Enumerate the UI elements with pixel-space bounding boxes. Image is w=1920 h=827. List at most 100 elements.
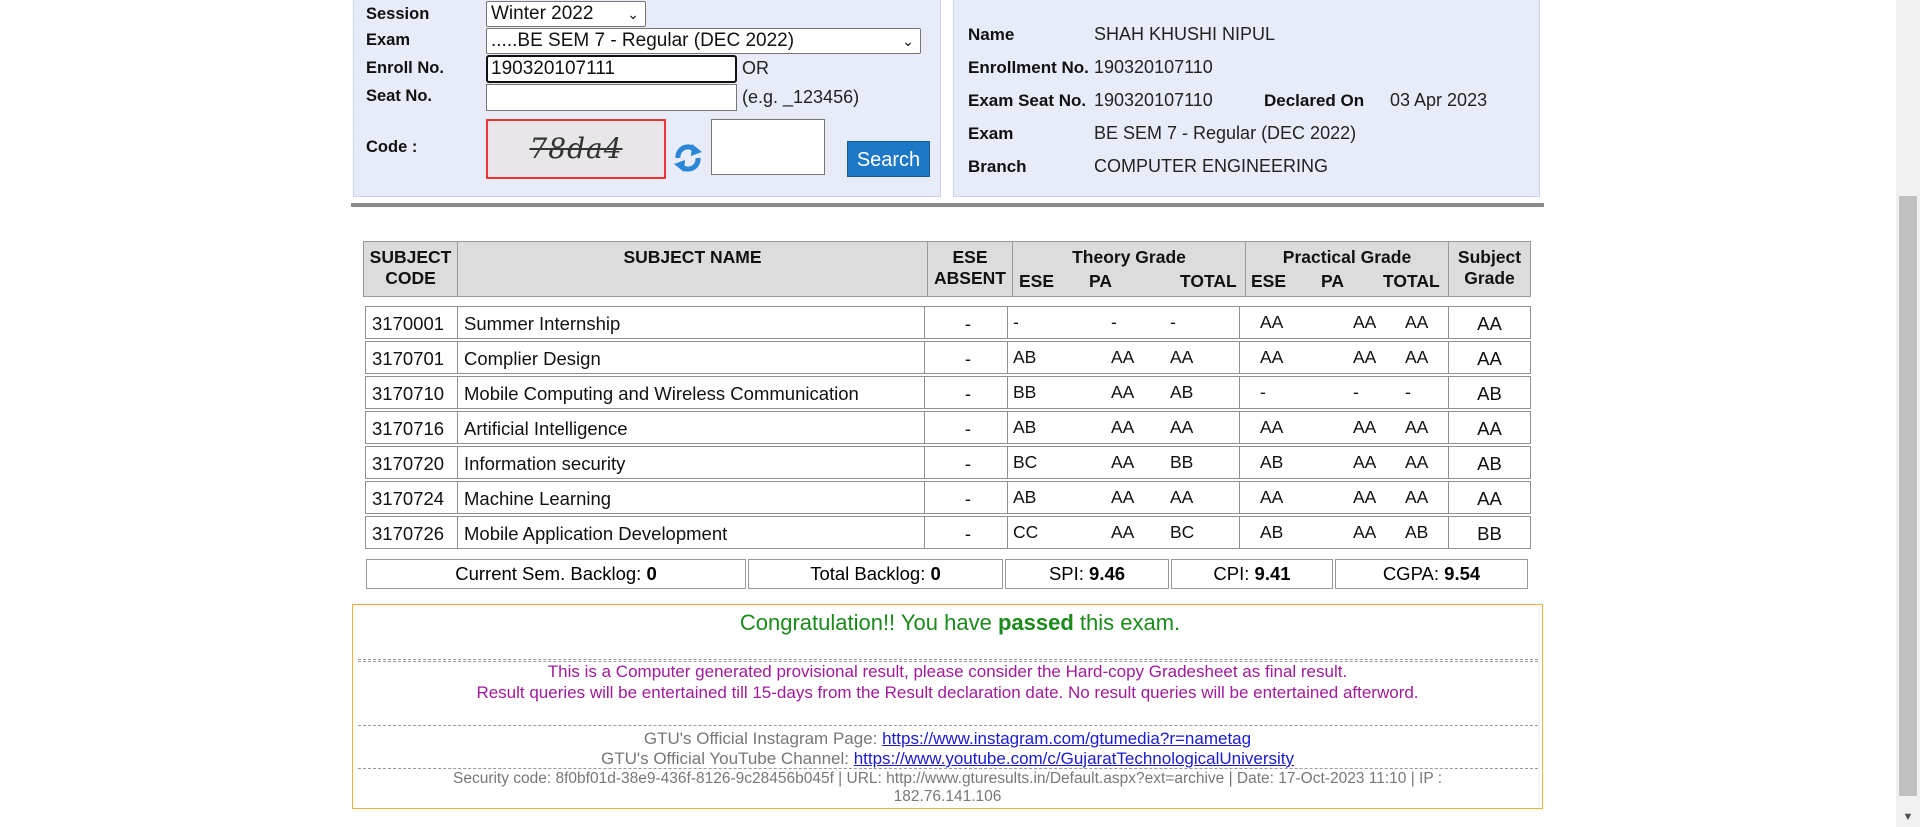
grade-value: AA (1353, 452, 1377, 472)
divider (358, 768, 1538, 769)
grade-value: CC (1013, 522, 1039, 542)
security-code-line: Security code: 8f0bf01d-38e9-436f-8126-9… (452, 770, 1443, 787)
youtube-line: GTU's Official YouTube Channel: https://… (600, 749, 1295, 768)
grade-value: AA (1405, 312, 1429, 332)
instagram-line: GTU's Official Instagram Page: https://w… (643, 729, 1252, 748)
header-subject-code: SUBJECT CODE (363, 241, 458, 297)
header-theory-grade: Theory Grade ESE PA TOTAL (1012, 241, 1246, 297)
grade-value: AB (1260, 522, 1284, 542)
header-subject-name: SUBJECT NAME (457, 241, 928, 297)
grade-value: AA (1111, 452, 1135, 472)
grade-value: AA (1353, 522, 1377, 542)
youtube-link[interactable]: https://www.youtube.com/c/GujaratTechnol… (854, 749, 1294, 768)
current-backlog: Current Sem. Backlog: 0 (366, 559, 746, 589)
grade-value: AA (1170, 417, 1194, 437)
theory-grade-cell (1007, 306, 1240, 339)
ese-absent-cell: - (924, 446, 1012, 479)
divider (358, 659, 1538, 660)
grade-value: AA (1260, 312, 1284, 332)
grade-value: AB (1405, 522, 1429, 542)
seat-hint: (e.g. _123456) (742, 87, 860, 107)
cgpa: CGPA: 9.54 (1335, 559, 1528, 589)
exam-info-value: BE SEM 7 - Regular (DEC 2022) (1094, 123, 1357, 143)
enrollment-label: Enrollment No. (968, 58, 1089, 77)
grade-value: AA (1405, 417, 1429, 437)
subject-code-cell: 3170701 (365, 341, 458, 374)
ese-absent-cell: - (924, 376, 1012, 409)
grade-value: AA (1260, 417, 1284, 437)
subject-grade-cell: AB (1448, 376, 1531, 409)
student-name: SHAH KHUSHI NIPUL (1094, 24, 1276, 44)
session-select[interactable]: Winter 2022 ⌄ (486, 1, 646, 27)
grade-value: AA (1170, 347, 1194, 367)
subject-code-cell: 3170001 (365, 306, 458, 339)
grade-value: - (1405, 382, 1411, 402)
header-ese-absent: ESE ABSENT (927, 241, 1013, 297)
congrats-message: Congratulation!! You have passed this ex… (739, 610, 1181, 635)
grade-value: - (1260, 382, 1266, 402)
scroll-down-arrow-icon[interactable]: ▼ (1896, 807, 1920, 827)
header-subject-grade: Subject Grade (1448, 241, 1531, 297)
grade-value: AA (1111, 417, 1135, 437)
subject-code-cell: 3170716 (365, 411, 458, 444)
vertical-scrollbar[interactable]: ▼ (1896, 0, 1920, 827)
subject-name-cell: Mobile Computing and Wireless Communicat… (457, 376, 925, 409)
grade-value: AB (1013, 347, 1037, 367)
enroll-label: Enroll No. (366, 59, 444, 77)
seat-no-label: Exam Seat No. (968, 91, 1087, 110)
declared-value: 03 Apr 2023 (1390, 90, 1488, 110)
practical-grade-cell (1239, 376, 1449, 409)
subject-code-cell: 3170724 (365, 481, 458, 514)
exam-label: Exam (366, 31, 411, 49)
divider (358, 661, 1538, 662)
subject-code-cell: 3170710 (365, 376, 458, 409)
session-value: Winter 2022 (491, 3, 594, 24)
captcha-code-input[interactable] (711, 119, 825, 175)
grade-value: - (1013, 312, 1019, 332)
code-label: Code : (366, 138, 418, 156)
instagram-link[interactable]: https://www.instagram.com/gtumedia?r=nam… (882, 729, 1251, 748)
seat-label: Seat No. (366, 87, 433, 105)
name-label: Name (968, 25, 1015, 44)
grade-value: - (1353, 382, 1359, 402)
grade-value: AA (1111, 487, 1135, 507)
grade-value: - (1170, 312, 1176, 332)
ese-absent-cell: - (924, 481, 1012, 514)
search-button[interactable]: Search (847, 141, 930, 177)
divider (358, 725, 1538, 726)
grade-value: AA (1111, 382, 1135, 402)
grade-value: AA (1260, 347, 1284, 367)
total-backlog: Total Backlog: 0 (748, 559, 1003, 589)
exam-select[interactable]: .....BE SEM 7 - Regular (DEC 2022) ⌄ (486, 28, 921, 54)
grade-value: AA (1405, 347, 1429, 367)
grade-value: AA (1405, 452, 1429, 472)
enroll-input[interactable]: 190320107111 (486, 55, 737, 83)
subject-grade-cell: AA (1448, 341, 1531, 374)
grade-value: AA (1111, 522, 1135, 542)
ese-absent-cell: - (924, 411, 1012, 444)
spi: SPI: 9.46 (1005, 559, 1169, 589)
grade-value: AA (1405, 487, 1429, 507)
grade-value: AA (1260, 487, 1284, 507)
chevron-down-icon: ⌄ (902, 33, 914, 49)
chevron-down-icon: ⌄ (627, 6, 639, 22)
ese-absent-cell: - (924, 341, 1012, 374)
seat-no-value: 190320107110 (1094, 90, 1213, 110)
exam-value: .....BE SEM 7 - Regular (DEC 2022) (491, 30, 795, 51)
subject-grade-cell: AB (1448, 446, 1531, 479)
branch-label: Branch (968, 157, 1027, 176)
provisional-note: This is a Computer generated provisional… (547, 662, 1348, 681)
subject-grade-cell: AA (1448, 481, 1531, 514)
grade-value: AA (1111, 347, 1135, 367)
subject-name-cell: Machine Learning (457, 481, 925, 514)
subject-name-cell: Summer Internship (457, 306, 925, 339)
enrollment-value: 190320107110 (1094, 57, 1213, 77)
seat-input[interactable] (486, 84, 737, 111)
subject-name-cell: Artificial Intelligence (457, 411, 925, 444)
subject-code-cell: 3170720 (365, 446, 458, 479)
grade-value: - (1111, 312, 1117, 332)
subject-grade-cell: BB (1448, 516, 1531, 549)
cpi: CPI: 9.41 (1171, 559, 1333, 589)
scrollbar-thumb[interactable] (1899, 196, 1917, 796)
refresh-icon[interactable] (672, 140, 704, 176)
